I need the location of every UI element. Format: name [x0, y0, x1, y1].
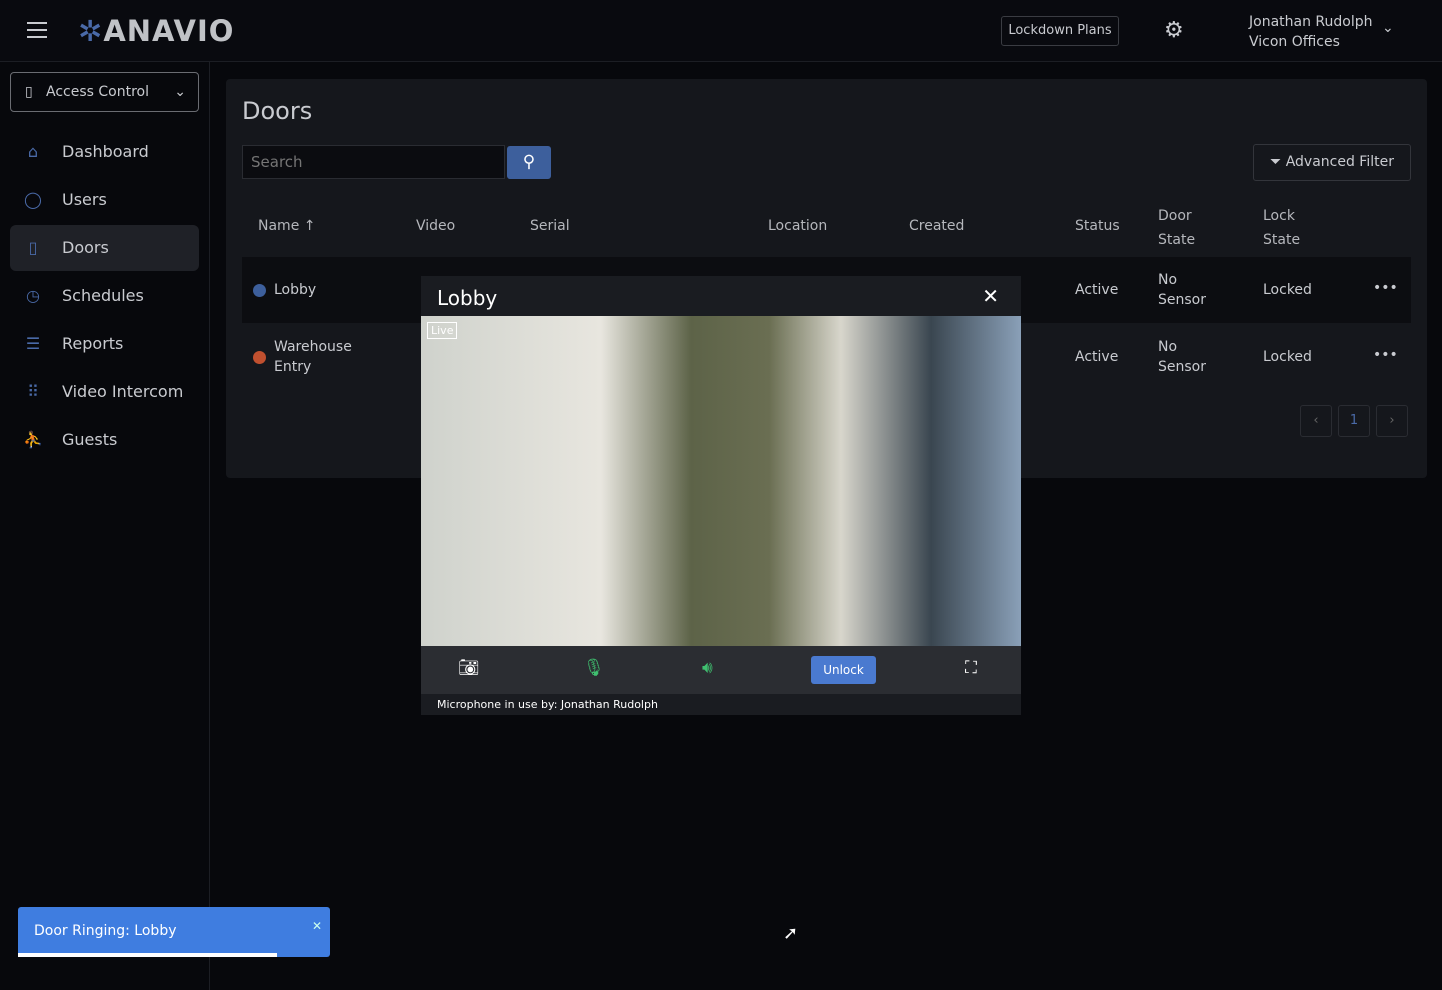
- col-door-state[interactable]: Door State: [1158, 204, 1208, 252]
- toast-progress: [18, 953, 277, 957]
- toast-notification: Door Ringing: Lobby ✕: [18, 907, 330, 957]
- page-title: Doors: [242, 97, 313, 125]
- door-icon: ▯: [28, 238, 38, 257]
- user-org: Vicon Offices: [1249, 34, 1340, 50]
- filter-icon: ⏷: [1270, 154, 1286, 170]
- sidebar-item-reports[interactable]: ☰ Reports: [10, 321, 199, 367]
- status: Active: [1075, 349, 1119, 365]
- sidebar: ▯ Access Control ⌄ ⌂ Dashboard ◯ Users ▯ Door…: [0, 62, 210, 990]
- device-icon: ▯: [25, 84, 33, 100]
- mouse-cursor: ➚: [783, 923, 799, 944]
- sidebar-item-users[interactable]: ◯ Users: [10, 177, 199, 223]
- fullscreen-icon[interactable]: ⛶: [965, 658, 977, 678]
- label: Users: [62, 190, 107, 209]
- guest-icon: ⛹: [23, 430, 43, 449]
- label: Video Intercom: [62, 382, 184, 401]
- lock-state: Locked: [1263, 349, 1312, 365]
- sidebar-item-guests[interactable]: ⛹ Guests: [10, 417, 199, 463]
- sidebar-item-dashboard[interactable]: ⌂ Dashboard: [10, 129, 199, 175]
- home-icon: ⌂: [27, 142, 39, 161]
- live-video: Live: [421, 316, 1021, 646]
- sidebar-item-schedules[interactable]: ◷ Schedules: [10, 273, 199, 319]
- top-bar: ✲ANAVIO Lockdown Plans ⚙ Jonathan Rudolp…: [0, 0, 1442, 62]
- user-icon: ◯: [24, 190, 42, 209]
- module-label: Access Control: [46, 84, 149, 100]
- microphone-icon[interactable]: 🎙︎: [583, 658, 605, 678]
- sidebar-item-doors[interactable]: ▯ Doors: [10, 225, 199, 271]
- close-icon[interactable]: ✕: [982, 284, 999, 308]
- door-state: No Sensor: [1158, 339, 1206, 375]
- chevron-down-icon: ⌄: [174, 84, 186, 100]
- lock-state: Locked: [1263, 282, 1312, 298]
- video-modal: Lobby ✕ Live 📷︎ 🎙︎ 🔊︎ Unlock ⛶ Microphone…: [421, 276, 1021, 715]
- col-video[interactable]: Video: [416, 214, 455, 238]
- col-created[interactable]: Created: [909, 214, 964, 238]
- door-name: Lobby: [274, 282, 317, 298]
- col-name[interactable]: Name ↑: [258, 214, 315, 238]
- more-icon[interactable]: •••: [1373, 345, 1398, 365]
- speaker-icon[interactable]: 🔊︎: [702, 658, 713, 678]
- search-button[interactable]: ⚲: [507, 146, 551, 179]
- door-name: Warehouse Entry: [274, 339, 352, 375]
- next-page-button[interactable]: ›: [1376, 405, 1408, 437]
- report-icon: ☰: [25, 334, 41, 353]
- user-menu[interactable]: Jonathan Rudolph Vicon Offices: [1249, 12, 1372, 52]
- logo: ✲ANAVIO: [78, 14, 235, 48]
- camera-icon[interactable]: 📷︎: [458, 658, 480, 678]
- modal-title: Lobby: [437, 286, 498, 310]
- label: Reports: [62, 334, 124, 353]
- label: Advanced Filter: [1285, 154, 1394, 170]
- lockdown-plans-button[interactable]: Lockdown Plans: [1001, 16, 1119, 46]
- chevron-down-icon[interactable]: ⌄: [1382, 20, 1394, 36]
- user-name: Jonathan Rudolph: [1249, 14, 1373, 30]
- col-status[interactable]: Status: [1075, 214, 1120, 238]
- unlock-button[interactable]: Unlock: [811, 656, 876, 684]
- col-location[interactable]: Location: [768, 214, 827, 238]
- toast-message: Door Ringing: Lobby: [34, 923, 177, 939]
- label: Doors: [62, 238, 109, 257]
- more-icon[interactable]: •••: [1373, 278, 1398, 298]
- clock-icon: ◷: [26, 286, 40, 305]
- status-dot: [253, 351, 266, 364]
- sidebar-item-video-intercom[interactable]: ⠿ Video Intercom: [10, 369, 199, 415]
- mic-status: Microphone in use by: Jonathan Rudolph: [437, 698, 658, 711]
- menu-icon[interactable]: [27, 22, 47, 38]
- close-icon[interactable]: ✕: [312, 919, 322, 933]
- status-dot: [253, 284, 266, 297]
- module-select[interactable]: ▯ Access Control ⌄: [10, 72, 199, 112]
- door-state: No Sensor: [1158, 272, 1206, 308]
- label: Guests: [62, 430, 118, 449]
- label: Schedules: [62, 286, 144, 305]
- advanced-filter-button[interactable]: ⏷ Advanced Filter: [1253, 144, 1411, 181]
- label: Dashboard: [62, 142, 149, 161]
- col-lock-state[interactable]: Lock State: [1263, 204, 1313, 252]
- search-input[interactable]: [242, 145, 505, 179]
- gear-icon[interactable]: ⚙: [1164, 18, 1184, 43]
- col-serial[interactable]: Serial: [530, 214, 570, 238]
- grid-icon: ⠿: [27, 382, 39, 401]
- search-icon: ⚲: [522, 152, 536, 172]
- page-1-button[interactable]: 1: [1338, 405, 1370, 437]
- live-badge: Live: [427, 322, 458, 339]
- prev-page-button[interactable]: ‹: [1300, 405, 1332, 437]
- status: Active: [1075, 282, 1119, 298]
- video-controls: 📷︎ 🎙︎ 🔊︎ Unlock ⛶: [421, 646, 1021, 694]
